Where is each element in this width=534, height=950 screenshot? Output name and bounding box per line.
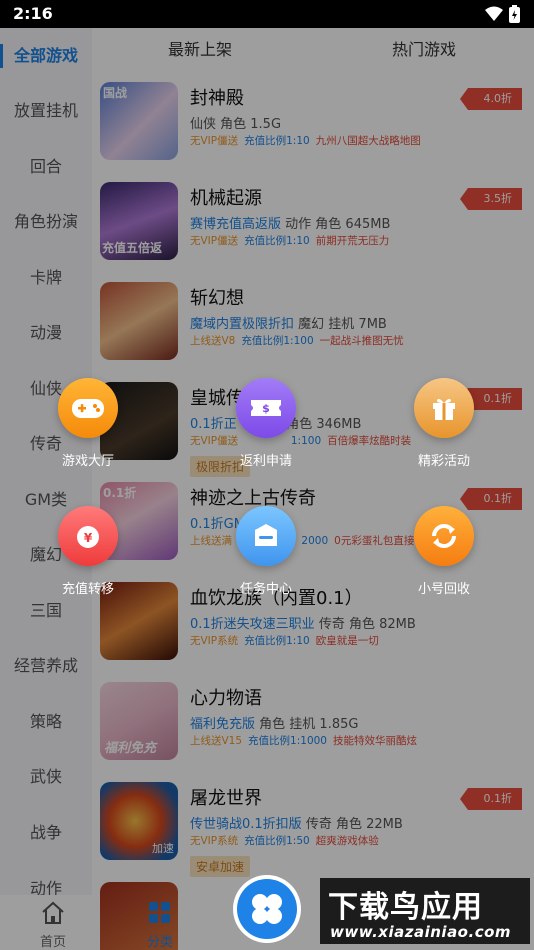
recycle-icon	[414, 506, 474, 566]
action-events-label: 精彩活动	[417, 454, 470, 469]
battery-icon	[509, 5, 520, 23]
gift-icon	[414, 378, 474, 438]
action-recharge-transfer-label: 充值转移	[61, 582, 114, 597]
action-game-hall[interactable]: 游戏大厅	[33, 378, 143, 469]
clover-icon	[252, 894, 282, 924]
action-task-center-label: 任务中心	[239, 582, 292, 597]
svg-text:¥: ¥	[84, 531, 93, 545]
task-box-icon	[236, 506, 296, 566]
menu-overlay[interactable]	[0, 28, 534, 950]
quick-menu-button[interactable]	[237, 879, 297, 939]
action-rebate[interactable]: $ 返利申请	[211, 378, 321, 469]
rebate-ticket-icon: $	[236, 378, 296, 438]
wifi-icon	[485, 6, 503, 21]
status-icons	[485, 5, 520, 23]
svg-text:$: $	[262, 402, 270, 415]
status-bar: 2:16	[0, 0, 534, 28]
gamepad-icon	[58, 378, 118, 438]
recharge-bag-icon: ¥	[58, 506, 118, 566]
action-task-center[interactable]: 任务中心	[211, 506, 321, 597]
watermark-url: www.xiazainiao.com	[330, 923, 512, 941]
status-time: 2:16	[13, 4, 53, 23]
watermark-title: 下载鸟应用	[328, 890, 483, 925]
action-events[interactable]: 精彩活动	[389, 378, 499, 469]
action-game-hall-label: 游戏大厅	[61, 454, 114, 469]
watermark-logo: 下载鸟应用 www.xiazainiao.com	[320, 878, 530, 944]
action-account-recycle[interactable]: 小号回收	[389, 506, 499, 597]
action-account-recycle-label: 小号回收	[417, 582, 470, 597]
action-rebate-label: 返利申请	[239, 454, 292, 469]
action-recharge-transfer[interactable]: ¥ 充值转移	[33, 506, 143, 597]
